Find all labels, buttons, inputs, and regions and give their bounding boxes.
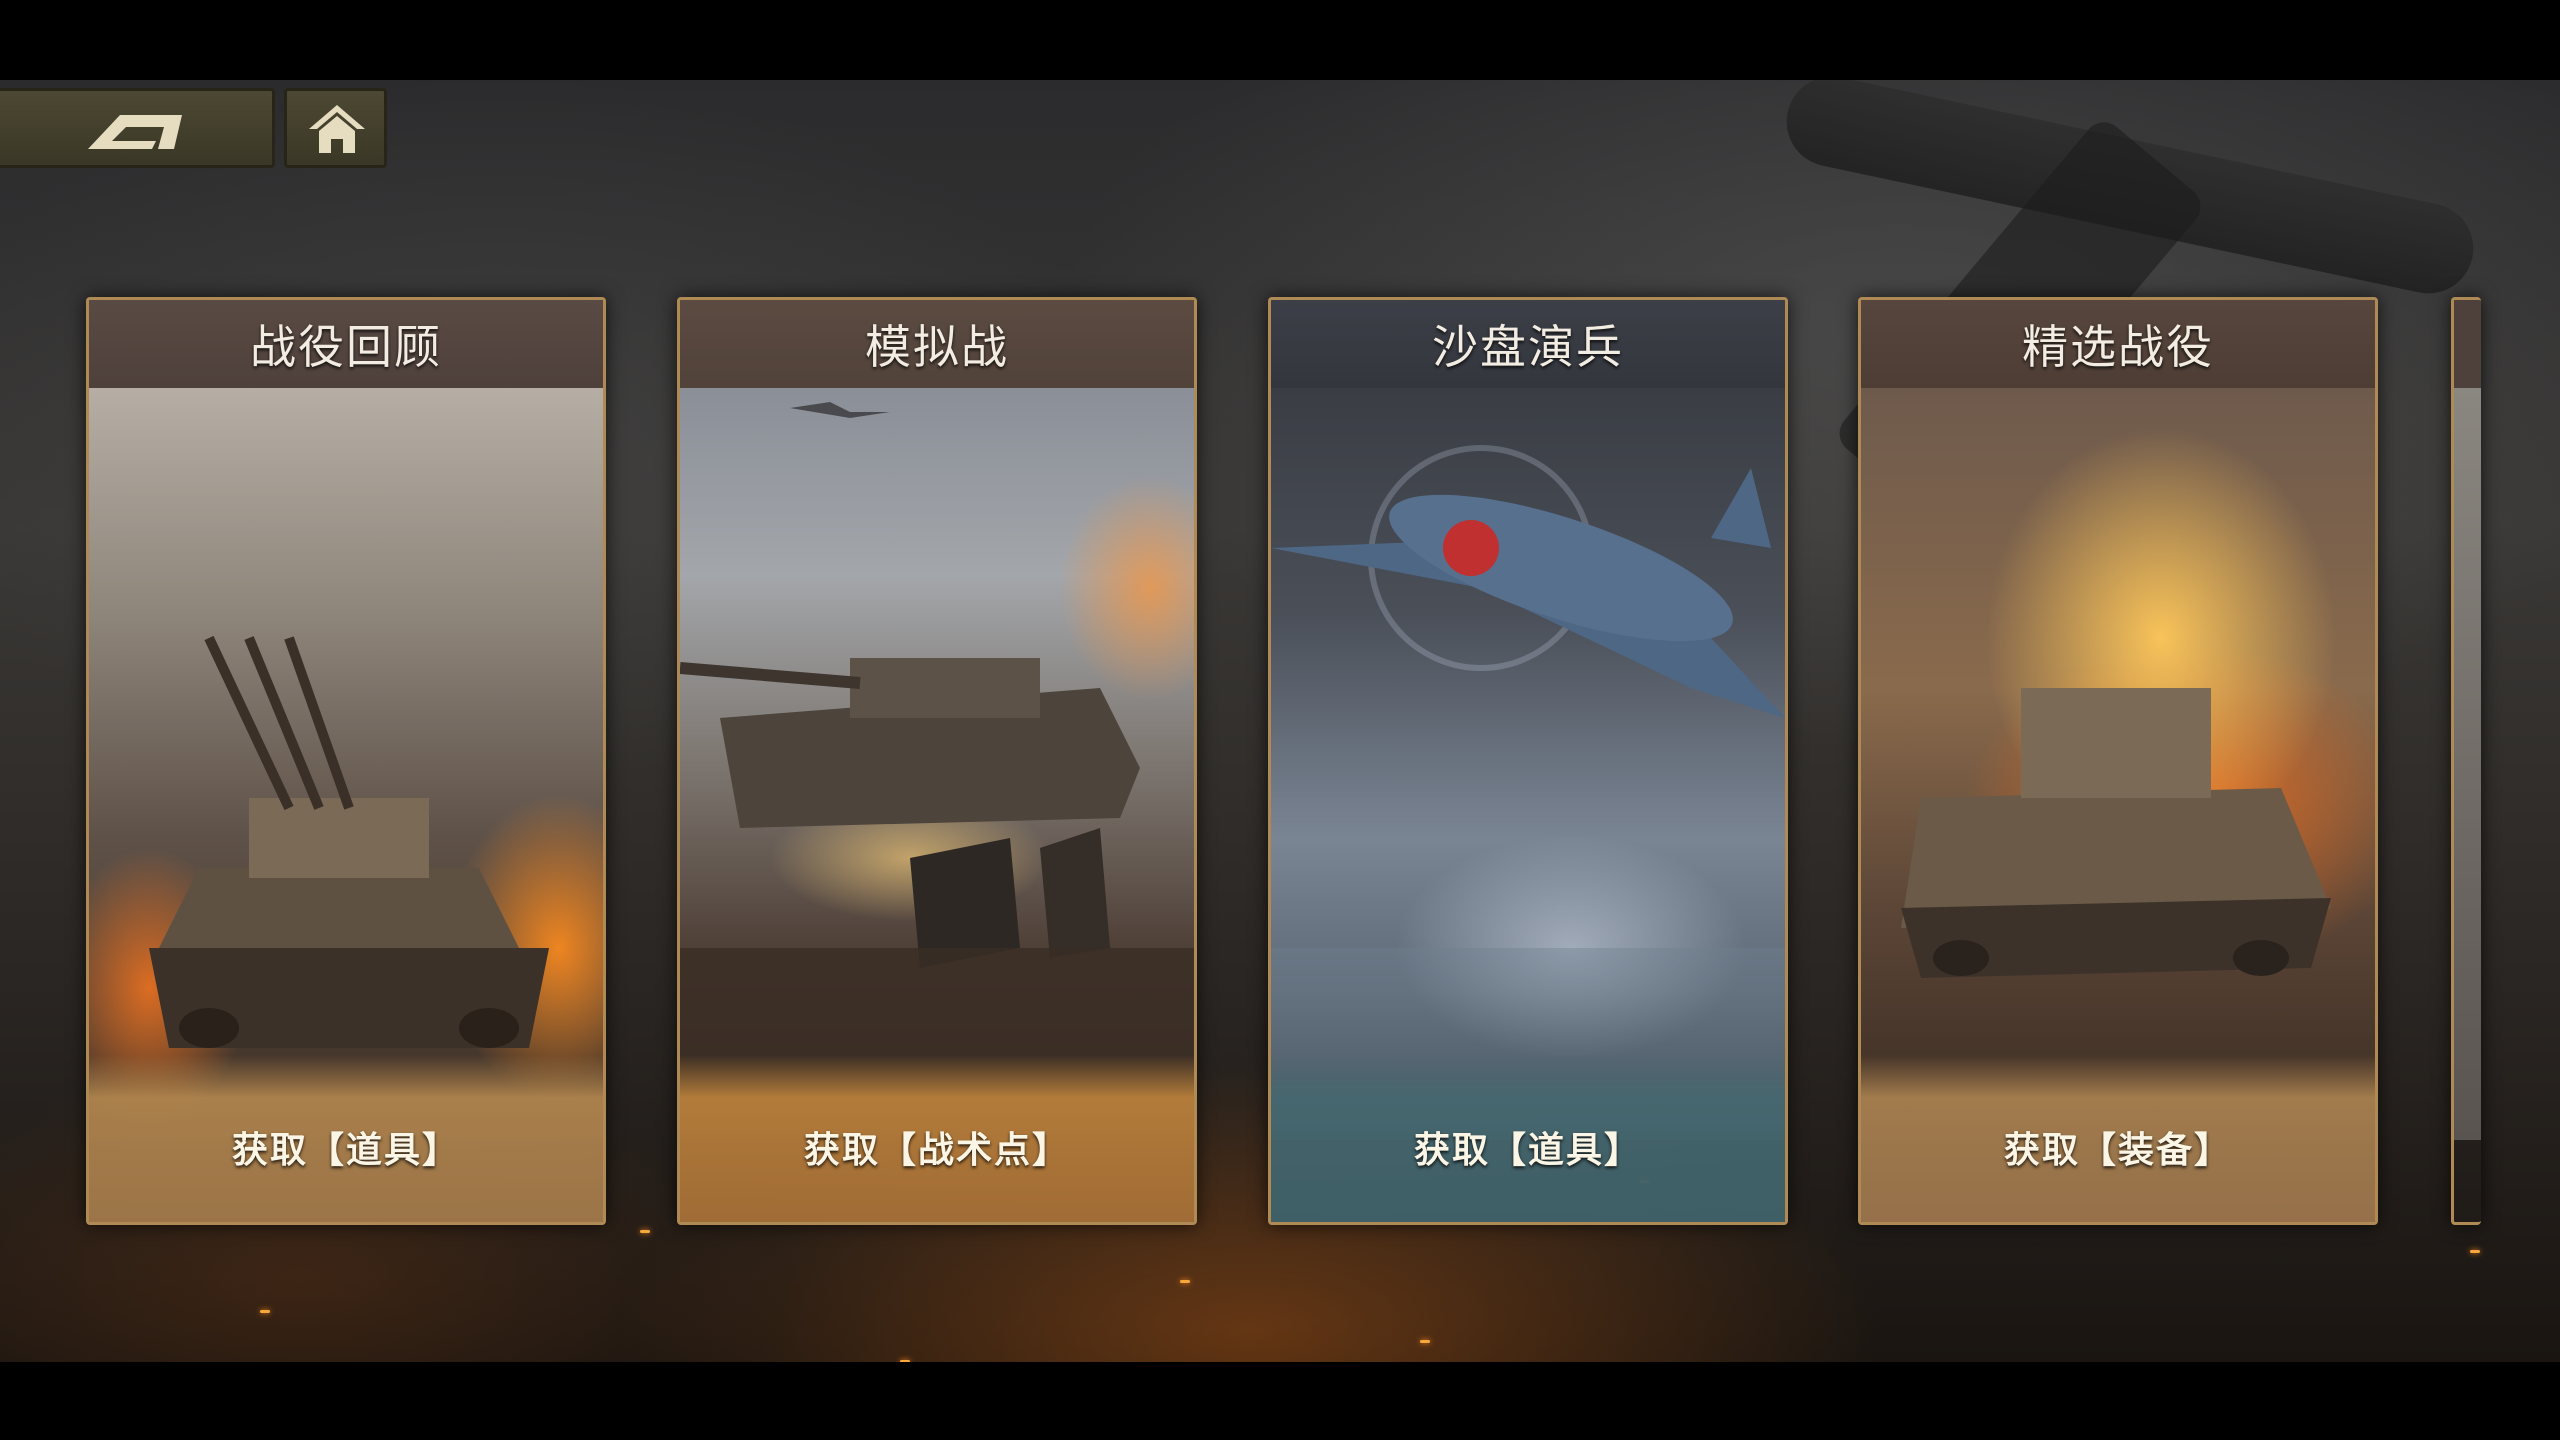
ember	[1180, 1280, 1190, 1283]
burning-tank-illustration	[1901, 688, 2331, 978]
back-button[interactable]	[0, 88, 275, 168]
ember	[1420, 1340, 1430, 1343]
anti-aircraft-tank-art	[89, 388, 603, 1140]
tank-illustration	[149, 635, 549, 1048]
home-button[interactable]	[284, 88, 387, 168]
fighter-plane-art	[1271, 388, 1785, 1148]
reward-label: 获取【装备】	[1861, 1055, 2375, 1222]
plane-illustration	[1271, 445, 1785, 1148]
card-title: 模拟战	[680, 300, 1194, 388]
mode-card-simulation-battle[interactable]: 模拟战 获取【战术点】	[677, 297, 1197, 1225]
card-title	[2454, 300, 2481, 388]
game-screen: 战役回顾 获取【道具】 模拟战 获取【战术点】 沙盘演兵 获取【道具】 精选战役…	[0, 0, 2560, 1440]
tank-and-soldiers-art	[680, 388, 1194, 1148]
reward-label: 获取【道具】	[1271, 1055, 1785, 1222]
burning-tank-art	[1861, 388, 2375, 1140]
mode-card-partial[interactable]	[2451, 297, 2481, 1225]
mode-card-featured-campaign[interactable]: 精选战役 获取【装备】	[1858, 297, 2378, 1225]
back-arrow-icon	[88, 115, 182, 149]
home-icon	[309, 105, 365, 153]
ember	[640, 1230, 650, 1233]
mode-card-sandbox-exercise[interactable]: 沙盘演兵 获取【道具】	[1268, 297, 1788, 1225]
letterbox-top	[0, 0, 2560, 80]
card-title: 沙盘演兵	[1271, 300, 1785, 388]
card-title: 精选战役	[1861, 300, 2375, 388]
letterbox-bottom	[0, 1362, 2560, 1440]
reward-label: 获取【道具】	[89, 1055, 603, 1222]
ember	[2470, 1250, 2480, 1253]
ember	[260, 1310, 270, 1313]
tank-soldiers-illustration	[680, 402, 1194, 1148]
card-title: 战役回顾	[89, 300, 603, 388]
card-art	[2454, 388, 2481, 1140]
mode-card-campaign-review[interactable]: 战役回顾 获取【道具】	[86, 297, 606, 1225]
reward-label: 获取【战术点】	[680, 1055, 1194, 1222]
